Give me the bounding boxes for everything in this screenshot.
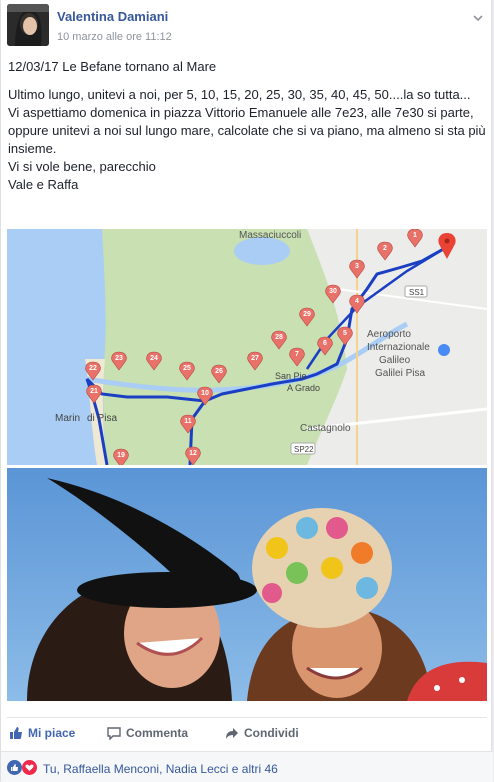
comment-label: Commenta bbox=[126, 726, 189, 740]
route-pin-label: 23 bbox=[115, 355, 123, 362]
route-pin-label: 6 bbox=[323, 340, 327, 347]
post-header: Valentina Damiani 10 marzo alle ore 11:1… bbox=[7, 4, 487, 48]
share-icon bbox=[226, 728, 238, 739]
route-pin-label: 2 bbox=[383, 245, 387, 252]
route-pin-label: 11 bbox=[184, 418, 192, 425]
route-pin-label: 29 bbox=[303, 311, 311, 318]
route-pin-label: 10 bbox=[201, 390, 209, 397]
post-actions: Mi piace Commenta Condividi bbox=[7, 717, 487, 746]
route-pin-label: 19 bbox=[117, 452, 125, 459]
route-map-image[interactable]: Massaciuccoli Aeroporto Internazionale G… bbox=[7, 229, 487, 465]
map-label-sp22: SP22 bbox=[294, 445, 314, 454]
comment-icon bbox=[107, 727, 121, 740]
avatar[interactable] bbox=[7, 4, 49, 46]
route-pin-label: 26 bbox=[215, 368, 223, 375]
route-pin-label: 28 bbox=[275, 334, 283, 341]
post-line: Vale e Raffa bbox=[8, 177, 79, 192]
post-title-line: 12/03/17 Le Befane tornano al Mare bbox=[8, 59, 217, 74]
post-line: Vi aspettiamo domenica in piazza Vittori… bbox=[8, 105, 486, 156]
like-label: Mi piace bbox=[28, 726, 76, 740]
like-button[interactable]: Mi piace bbox=[9, 726, 75, 740]
map-label-san-piero-l2: A Grado bbox=[287, 383, 320, 393]
post-text: 12/03/17 Le Befane tornano al Mare Ultim… bbox=[8, 58, 486, 194]
reactions-text[interactable]: Tu, Raffaella Menconi, Nadia Lecci e alt… bbox=[43, 762, 278, 776]
map-label-castagnolo: Castagnolo bbox=[300, 423, 351, 434]
map-label-marina-l2: di Pisa bbox=[87, 413, 117, 424]
post-line: Vi si vole bene, parecchio bbox=[8, 159, 156, 174]
route-pin-label: 7 bbox=[295, 351, 299, 358]
like-reaction-icon bbox=[7, 760, 22, 775]
map-label-aeroporto-l3: Galileo bbox=[379, 355, 411, 366]
route-pin-label: 21 bbox=[90, 388, 98, 395]
author-name[interactable]: Valentina Damiani bbox=[57, 9, 168, 24]
map-label-aeroporto-l2: Internazionale bbox=[367, 342, 430, 353]
post-timestamp[interactable]: 10 marzo alle ore 11:12 bbox=[57, 31, 172, 43]
share-button[interactable]: Condividi bbox=[225, 726, 299, 740]
map-label-san-piero-l1: San Pie bbox=[275, 371, 307, 381]
route-pin-label: 5 bbox=[343, 330, 347, 337]
thumbs-up-icon bbox=[10, 727, 22, 739]
post-card: Valentina Damiani 10 marzo alle ore 11:1… bbox=[0, 0, 493, 782]
map-label-massaciuccoli: Massaciuccoli bbox=[239, 230, 301, 241]
comment-button[interactable]: Commenta bbox=[107, 726, 188, 740]
map-label-aeroporto-l4: Galilei Pisa bbox=[375, 368, 425, 379]
route-pin-label: 24 bbox=[150, 355, 158, 362]
post-line: Ultimo lungo, unitevi a noi, per 5, 10, … bbox=[8, 87, 471, 102]
map-label-aeroporto-l1: Aeroporto bbox=[367, 329, 411, 340]
befane-photo[interactable] bbox=[7, 468, 487, 701]
route-pin-label: 4 bbox=[355, 298, 359, 305]
share-label: Condividi bbox=[244, 726, 299, 740]
route-pin-label: 3 bbox=[355, 263, 359, 270]
route-pin-label: 30 bbox=[329, 288, 337, 295]
map-label-marina-l1: Marin bbox=[55, 413, 80, 424]
route-pin-label: 12 bbox=[189, 450, 197, 457]
route-pin-label: 22 bbox=[89, 365, 97, 372]
route-pin-label: 27 bbox=[251, 355, 259, 362]
chevron-down-icon[interactable] bbox=[473, 10, 483, 22]
route-pin-label: 25 bbox=[183, 365, 191, 372]
map-label-ss1: SS1 bbox=[409, 288, 425, 297]
love-reaction-icon bbox=[22, 760, 37, 775]
airport-icon bbox=[438, 344, 450, 356]
route-pin-label: 1 bbox=[413, 232, 417, 239]
reactions-bar[interactable]: Tu, Raffaella Menconi, Nadia Lecci e alt… bbox=[1, 751, 493, 782]
